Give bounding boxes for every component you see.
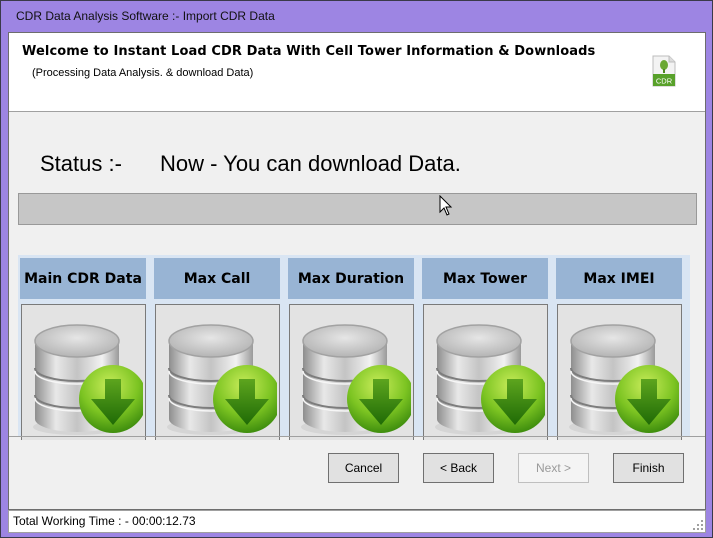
wizard-panel: Welcome to Instant Load CDR Data With Ce… <box>8 32 706 510</box>
database-download-icon <box>567 313 679 437</box>
column-header: Main CDR Data <box>20 258 146 299</box>
column-header: Max Call <box>154 258 280 299</box>
mouse-cursor-icon <box>439 195 453 216</box>
database-download-icon <box>299 313 411 437</box>
max-imei-download-button[interactable] <box>557 304 682 440</box>
column-header: Max Duration <box>288 258 414 299</box>
column-header: Max IMEI <box>556 258 682 299</box>
download-column-max-imei: Max IMEI <box>554 258 682 440</box>
progress-bar <box>18 193 697 225</box>
cdr-icon-label: CDR <box>656 77 673 86</box>
download-column-max-duration: Max Duration <box>286 258 414 440</box>
app-window: CDR Data Analysis Software :- Import CDR… <box>0 0 713 538</box>
header-title: Welcome to Instant Load CDR Data With Ce… <box>22 44 596 59</box>
status-value: Now - You can download Data. <box>160 151 461 176</box>
title-bar[interactable]: CDR Data Analysis Software :- Import CDR… <box>1 1 712 32</box>
download-column-max-call: Max Call <box>152 258 280 440</box>
main-cdr-data-download-button[interactable] <box>21 304 146 440</box>
download-column-max-tower: Max Tower <box>420 258 548 440</box>
download-options: Main CDR Data Max Call Max Duration Max … <box>18 255 690 440</box>
column-header: Max Tower <box>422 258 548 299</box>
back-button[interactable]: < Back <box>423 453 494 483</box>
max-call-download-button[interactable] <box>155 304 280 440</box>
total-working-time: Total Working Time : - 00:00:12.73 <box>13 514 196 528</box>
finish-button[interactable]: Finish <box>613 453 684 483</box>
status-bar: Total Working Time : - 00:00:12.73 <box>8 510 706 533</box>
database-download-icon <box>31 313 143 437</box>
cdr-file-icon: CDR <box>652 55 676 87</box>
divider <box>9 436 705 437</box>
next-button[interactable]: Next > <box>518 453 589 483</box>
database-download-icon <box>433 313 545 437</box>
header-subtitle: (Processing Data Analysis. & download Da… <box>32 67 254 79</box>
max-tower-download-button[interactable] <box>423 304 548 440</box>
database-download-icon <box>165 313 277 437</box>
cancel-button[interactable]: Cancel <box>328 453 399 483</box>
header-panel: Welcome to Instant Load CDR Data With Ce… <box>9 33 705 112</box>
resize-grip-icon[interactable] <box>693 520 703 530</box>
window-title: CDR Data Analysis Software :- Import CDR… <box>16 9 275 23</box>
max-duration-download-button[interactable] <box>289 304 414 440</box>
status-label: Status :- <box>40 151 122 176</box>
download-column-main-cdr-data: Main CDR Data <box>18 258 146 440</box>
